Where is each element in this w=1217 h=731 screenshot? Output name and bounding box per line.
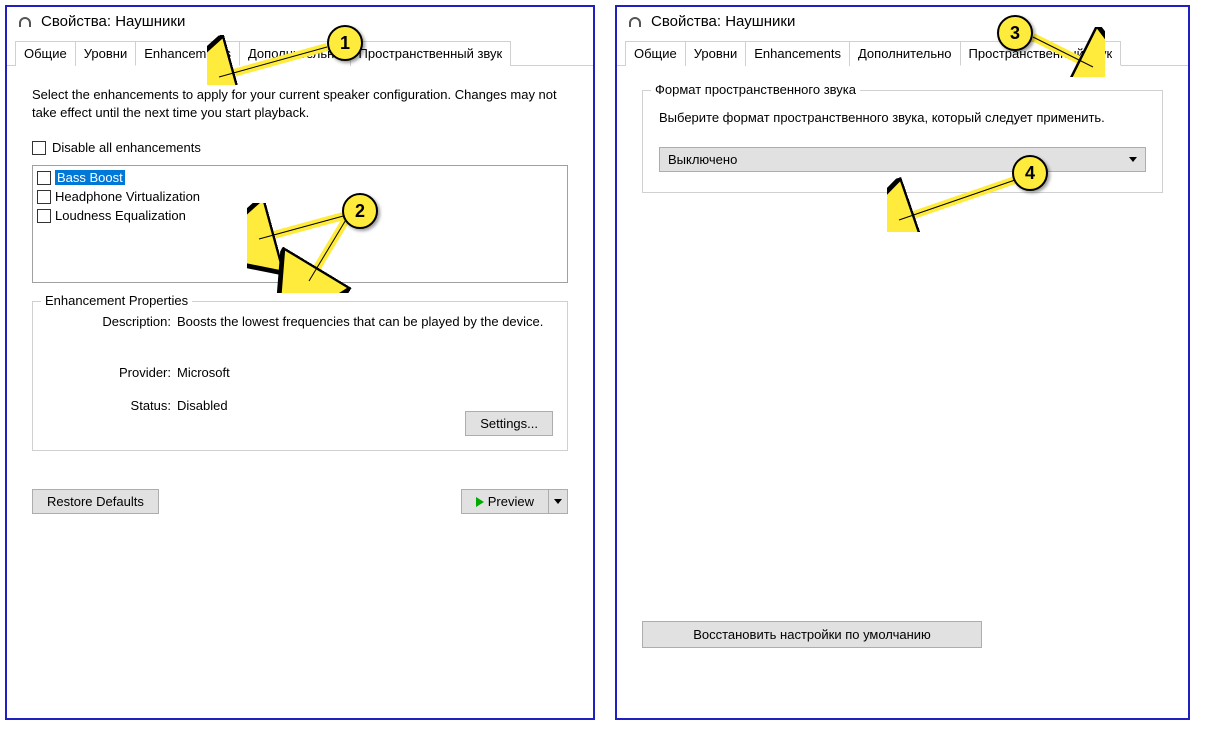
tabs: Общие Уровни Enhancements Дополнительно … [7, 40, 593, 66]
groupbox-title: Формат пространственного звука [651, 82, 860, 97]
tab-enhancements[interactable]: Enhancements [745, 41, 850, 66]
prop-label: Status: [47, 398, 177, 413]
preview-dropdown[interactable] [548, 489, 568, 514]
tab-general[interactable]: Общие [15, 41, 76, 66]
restore-defaults-button[interactable]: Restore Defaults [32, 489, 159, 514]
preview-group: Preview [461, 489, 568, 514]
dropdown-value: Выключено [668, 152, 737, 167]
headphones-icon [627, 14, 643, 30]
tab-enhancements[interactable]: Enhancements [135, 41, 240, 66]
item-label[interactable]: Loudness Equalization [55, 208, 186, 223]
groupbox-title: Enhancement Properties [41, 293, 192, 308]
callout-4: 4 [1012, 155, 1048, 191]
tab-content: Select the enhancements to apply for you… [7, 66, 593, 718]
chevron-down-icon [1129, 157, 1137, 162]
preview-button[interactable]: Preview [461, 489, 548, 514]
dialog-enhancements: Свойства: Наушники Общие Уровни Enhancem… [5, 5, 595, 720]
list-item[interactable]: Loudness Equalization [37, 206, 563, 225]
spatial-format-group: Формат пространственного звука Выберите … [642, 90, 1163, 193]
headphones-icon [17, 14, 33, 30]
item-label[interactable]: Bass Boost [55, 170, 125, 185]
enhancement-list[interactable]: Bass Boost Headphone Virtualization Loud… [32, 165, 568, 283]
item-checkbox[interactable] [37, 171, 51, 185]
prop-value: Microsoft [177, 365, 553, 380]
disable-all-row: Disable all enhancements [32, 140, 568, 155]
callout-2: 2 [342, 193, 378, 229]
window-title: Свойства: Наушники [41, 13, 185, 30]
spatial-format-dropdown[interactable]: Выключено [659, 147, 1146, 172]
settings-button[interactable]: Settings... [465, 411, 553, 436]
chevron-down-icon [554, 499, 562, 504]
tab-spatial[interactable]: Пространственный звук [960, 41, 1122, 66]
title-bar: Свойства: Наушники [7, 7, 593, 36]
item-label[interactable]: Headphone Virtualization [55, 189, 200, 204]
window-title: Свойства: Наушники [651, 13, 795, 30]
tab-levels[interactable]: Уровни [75, 41, 136, 66]
tab-general[interactable]: Общие [625, 41, 686, 66]
prop-label: Provider: [47, 365, 177, 380]
disable-all-label: Disable all enhancements [52, 140, 201, 155]
callout-1: 1 [327, 25, 363, 61]
enhancement-properties: Enhancement Properties Description: Boos… [32, 301, 568, 451]
tabs: Общие Уровни Enhancements Дополнительно … [617, 40, 1188, 66]
tab-spatial[interactable]: Пространственный звук [350, 41, 512, 66]
prop-value: Boosts the lowest frequencies that can b… [177, 314, 553, 329]
dialog-spatial: Свойства: Наушники Общие Уровни Enhancem… [615, 5, 1190, 720]
restore-defaults-button[interactable]: Восстановить настройки по умолчанию [642, 621, 982, 648]
tab-levels[interactable]: Уровни [685, 41, 746, 66]
tab-advanced[interactable]: Дополнительно [849, 41, 961, 66]
preview-label: Preview [488, 494, 534, 509]
prop-label: Description: [47, 314, 177, 329]
description: Select the enhancements to apply for you… [32, 86, 568, 122]
list-item[interactable]: Bass Boost [37, 168, 563, 187]
item-checkbox[interactable] [37, 209, 51, 223]
group-text: Выберите формат пространственного звука,… [659, 109, 1146, 127]
title-bar: Свойства: Наушники [617, 7, 1188, 36]
callout-3: 3 [997, 15, 1033, 51]
item-checkbox[interactable] [37, 190, 51, 204]
play-icon [476, 497, 484, 507]
disable-all-checkbox[interactable] [32, 141, 46, 155]
tab-content: Формат пространственного звука Выберите … [617, 66, 1188, 718]
list-item[interactable]: Headphone Virtualization [37, 187, 563, 206]
